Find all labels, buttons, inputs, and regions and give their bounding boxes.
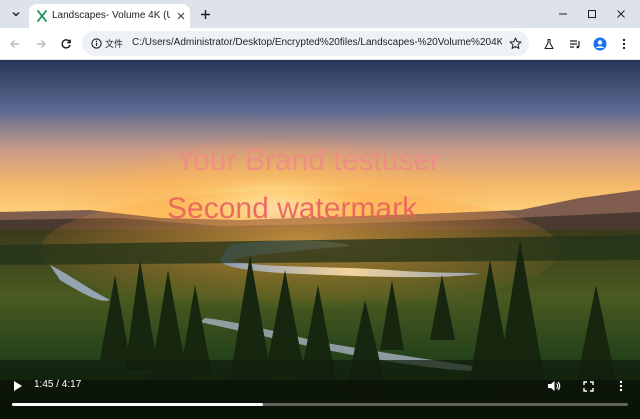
star-icon (509, 37, 521, 49)
tab-close-button[interactable] (175, 10, 187, 22)
profile-button[interactable] (590, 34, 610, 54)
media-controls-button[interactable] (565, 34, 585, 54)
site-info-label: 文件 (105, 39, 124, 49)
fullscreen-icon (582, 380, 594, 392)
watermark-primary: Your Brand testuser (176, 144, 441, 177)
window-close-button[interactable] (608, 4, 634, 24)
close-icon (617, 10, 625, 18)
x-logo-icon (37, 10, 47, 22)
arrow-right-icon (37, 40, 46, 48)
close-icon (177, 12, 185, 20)
maximize-icon (588, 10, 596, 18)
video-controls (0, 370, 640, 419)
time-display: 1:45 / 4:17 (34, 379, 82, 390)
media-queue-icon (570, 40, 580, 49)
progress-bar[interactable] (12, 403, 628, 406)
chevron-down-icon (12, 11, 20, 17)
address-bar[interactable]: 文件 C:/Users/Administrator/Desktop/Encryp… (82, 31, 529, 56)
flask-icon (544, 38, 554, 50)
video-player[interactable]: Your Brand testuser Second watermark (0, 60, 640, 419)
site-info-button[interactable]: 文件 (87, 34, 127, 53)
labs-button[interactable] (539, 34, 559, 54)
play-button[interactable] (9, 377, 27, 395)
browser-window: Landscapes- Volume 4K (UHD) (0, 0, 640, 419)
arrow-left-icon (10, 40, 19, 48)
mute-button[interactable] (545, 377, 563, 395)
info-icon (91, 38, 102, 49)
tab-title: Landscapes- Volume 4K (UHD) (52, 10, 170, 21)
more-vert-icon (619, 380, 623, 392)
volume-icon (548, 381, 561, 391)
video-frame-landscape (0, 60, 640, 419)
profile-icon (593, 37, 607, 51)
back-button[interactable] (5, 34, 25, 54)
reload-icon (61, 39, 71, 49)
browser-menu-button[interactable] (614, 34, 634, 54)
tab-active[interactable]: Landscapes- Volume 4K (UHD) (29, 4, 190, 28)
play-icon (14, 381, 22, 391)
watermark-secondary: Second watermark (167, 192, 418, 225)
minimize-icon (559, 13, 567, 15)
forward-button[interactable] (31, 34, 51, 54)
new-tab-button[interactable] (197, 6, 213, 22)
more-vert-icon (622, 38, 626, 50)
minimize-button[interactable] (550, 4, 576, 24)
browser-toolbar: 文件 C:/Users/Administrator/Desktop/Encryp… (0, 28, 640, 60)
maximize-button[interactable] (579, 4, 605, 24)
fullscreen-button[interactable] (579, 377, 597, 395)
plus-icon (200, 9, 210, 19)
tab-strip: Landscapes- Volume 4K (UHD) (0, 0, 640, 28)
tab-search-button[interactable] (6, 4, 26, 24)
reload-button[interactable] (56, 34, 76, 54)
progress-fill (12, 403, 264, 406)
bookmark-button[interactable] (507, 35, 523, 51)
video-options-button[interactable] (612, 377, 630, 395)
url-text[interactable]: C:/Users/Administrator/Desktop/Encrypted… (132, 37, 502, 50)
